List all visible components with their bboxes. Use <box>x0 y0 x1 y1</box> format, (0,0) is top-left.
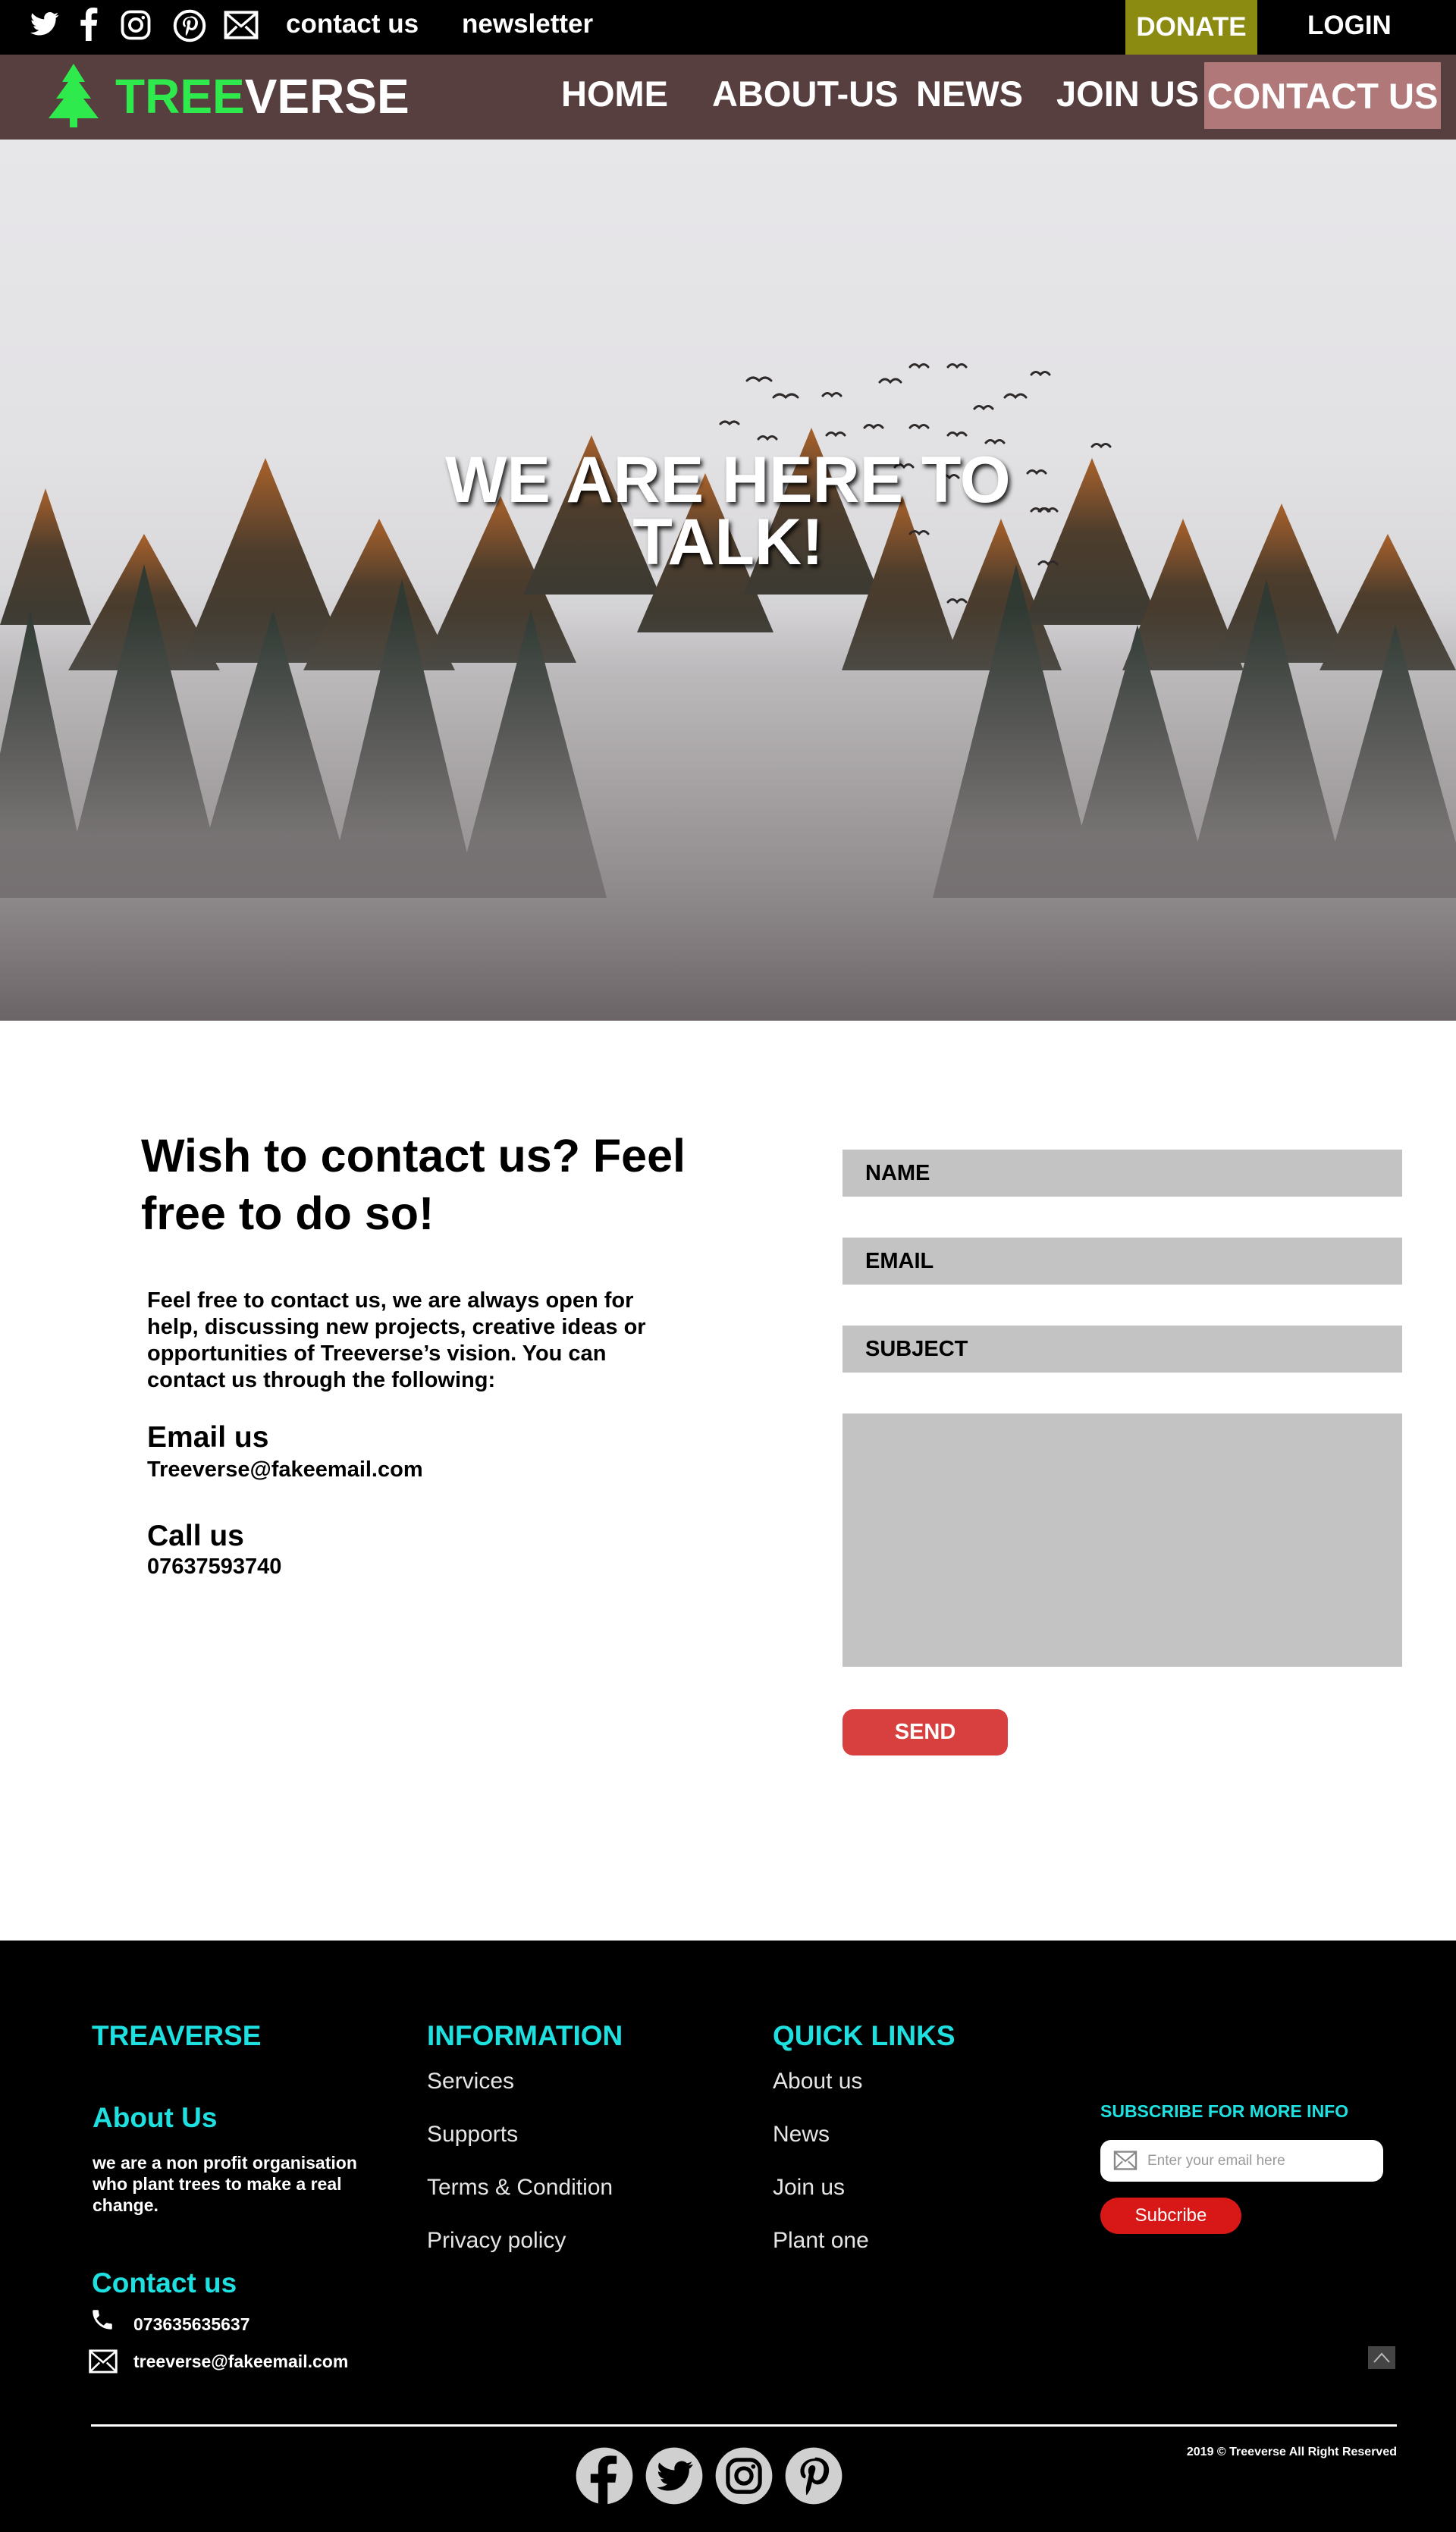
intro-line-2: help, discussing new projects, creative … <box>147 1315 646 1339</box>
main-navbar: TREEVERSE HOME ABOUT-US NEWS JOIN US CON… <box>0 55 1456 140</box>
nav-news[interactable]: NEWS <box>916 73 1023 115</box>
footer-phone[interactable]: 073635635637 <box>133 2314 250 2335</box>
intro-line-3: opportunities of Treeverse’s vision. You… <box>147 1341 607 1366</box>
send-button[interactable]: SEND <box>843 1709 1008 1755</box>
hero-title-line-2: TALK! <box>632 506 824 579</box>
footer-link-supports[interactable]: Supports <box>427 2122 518 2148</box>
footer-link-terms[interactable]: Terms & Condition <box>427 2175 613 2201</box>
email-field[interactable]: EMAIL <box>843 1238 1402 1285</box>
hero-title: WE ARE HERE TO TALK! <box>425 444 1031 579</box>
email-us-value[interactable]: Treeverse@fakeemail.com <box>147 1457 423 1482</box>
footer-about-text: we are a non profit organisation who pla… <box>93 2152 357 2216</box>
mail-icon[interactable] <box>224 11 259 39</box>
footer-email[interactable]: treeverse@fakeemail.com <box>133 2351 348 2372</box>
facebook-icon[interactable] <box>79 8 99 41</box>
chevron-up-icon <box>1373 2352 1390 2363</box>
footer-about-heading: About Us <box>93 2102 218 2133</box>
nav-about-us[interactable]: ABOUT-US <box>712 73 898 115</box>
about-line-3: change. <box>93 2195 158 2215</box>
nav-contact-us[interactable]: CONTACT US <box>1204 62 1441 129</box>
login-button[interactable]: LOGIN <box>1307 11 1392 41</box>
donate-button[interactable]: DONATE <box>1125 0 1257 55</box>
twitter-icon[interactable] <box>645 2446 704 2509</box>
nav-join-us[interactable]: JOIN US <box>1056 73 1199 115</box>
twitter-icon[interactable] <box>29 9 61 39</box>
phone-icon <box>89 2307 115 2336</box>
contact-intro-text: Feel free to contact us, we are always o… <box>147 1288 663 1394</box>
subscribe-heading: SUBSCRIBE FOR MORE INFO <box>1100 2101 1349 2121</box>
footer-link-join-us[interactable]: Join us <box>773 2175 845 2201</box>
pinterest-icon[interactable] <box>784 2446 843 2509</box>
about-line-2: who plant trees to make a real <box>93 2174 342 2194</box>
about-line-1: we are a non profit organisation <box>93 2153 357 2173</box>
call-us-label: Call us <box>147 1520 244 1552</box>
footer-link-about-us[interactable]: About us <box>773 2069 862 2094</box>
intro-line-1: Feel free to contact us, we are always o… <box>147 1288 634 1313</box>
name-field[interactable]: NAME <box>843 1150 1402 1197</box>
contact-heading: Wish to contact us? Feel free to do so! <box>141 1127 717 1242</box>
instagram-icon[interactable] <box>714 2446 774 2509</box>
subscribe-button[interactable]: Subcribe <box>1100 2198 1241 2234</box>
subscribe-placeholder: Enter your email here <box>1147 2152 1285 2169</box>
footer-quick-links-heading: QUICK LINKS <box>773 2020 956 2051</box>
footer-link-services[interactable]: Services <box>427 2069 514 2094</box>
pinterest-icon[interactable] <box>173 9 206 42</box>
contact-heading-line-1: Wish to contact us? Feel <box>141 1130 686 1181</box>
logo-part-white: VERSE <box>244 69 410 124</box>
message-textarea[interactable] <box>843 1413 1402 1667</box>
instagram-icon[interactable] <box>120 9 152 41</box>
footer-information-heading: INFORMATION <box>427 2020 623 2051</box>
tree-logo-icon[interactable] <box>46 62 102 134</box>
copyright-text: 2019 © Treeverse All Right Reserved <box>1186 2446 1397 2458</box>
intro-line-4: contact us through the following: <box>147 1368 496 1392</box>
hero-banner: WE ARE HERE TO TALK! <box>0 140 1456 1021</box>
mail-icon <box>1112 2151 1138 2175</box>
footer-divider <box>91 2424 1397 2427</box>
footer-link-privacy[interactable]: Privacy policy <box>427 2228 566 2254</box>
nav-home[interactable]: HOME <box>561 73 668 115</box>
footer-link-news[interactable]: News <box>773 2122 830 2148</box>
logo-part-green: TREE <box>115 69 245 124</box>
top-bar: contact us newsletter DONATE LOGIN <box>0 0 1456 55</box>
site-logo[interactable]: TREEVERSE <box>115 68 410 124</box>
contact-heading-line-2: free to do so! <box>141 1188 435 1239</box>
mail-icon <box>88 2349 118 2377</box>
forest-background-image <box>0 363 1456 1021</box>
scroll-to-top-button[interactable] <box>1368 2346 1395 2369</box>
hero-title-line-1: WE ARE HERE TO <box>445 444 1011 516</box>
facebook-icon[interactable] <box>575 2446 634 2509</box>
footer-link-plant-one[interactable]: Plant one <box>773 2228 869 2254</box>
subject-field[interactable]: SUBJECT <box>843 1326 1402 1373</box>
subscribe-email-input[interactable]: Enter your email here <box>1100 2140 1383 2182</box>
email-us-label: Email us <box>147 1421 269 1454</box>
footer-brand: TREAVERSE <box>92 2020 262 2051</box>
top-contact-link[interactable]: contact us <box>286 9 419 39</box>
footer-contact-heading: Contact us <box>92 2267 237 2298</box>
top-newsletter-link[interactable]: newsletter <box>462 9 593 39</box>
call-us-value[interactable]: 07637593740 <box>147 1555 281 1580</box>
